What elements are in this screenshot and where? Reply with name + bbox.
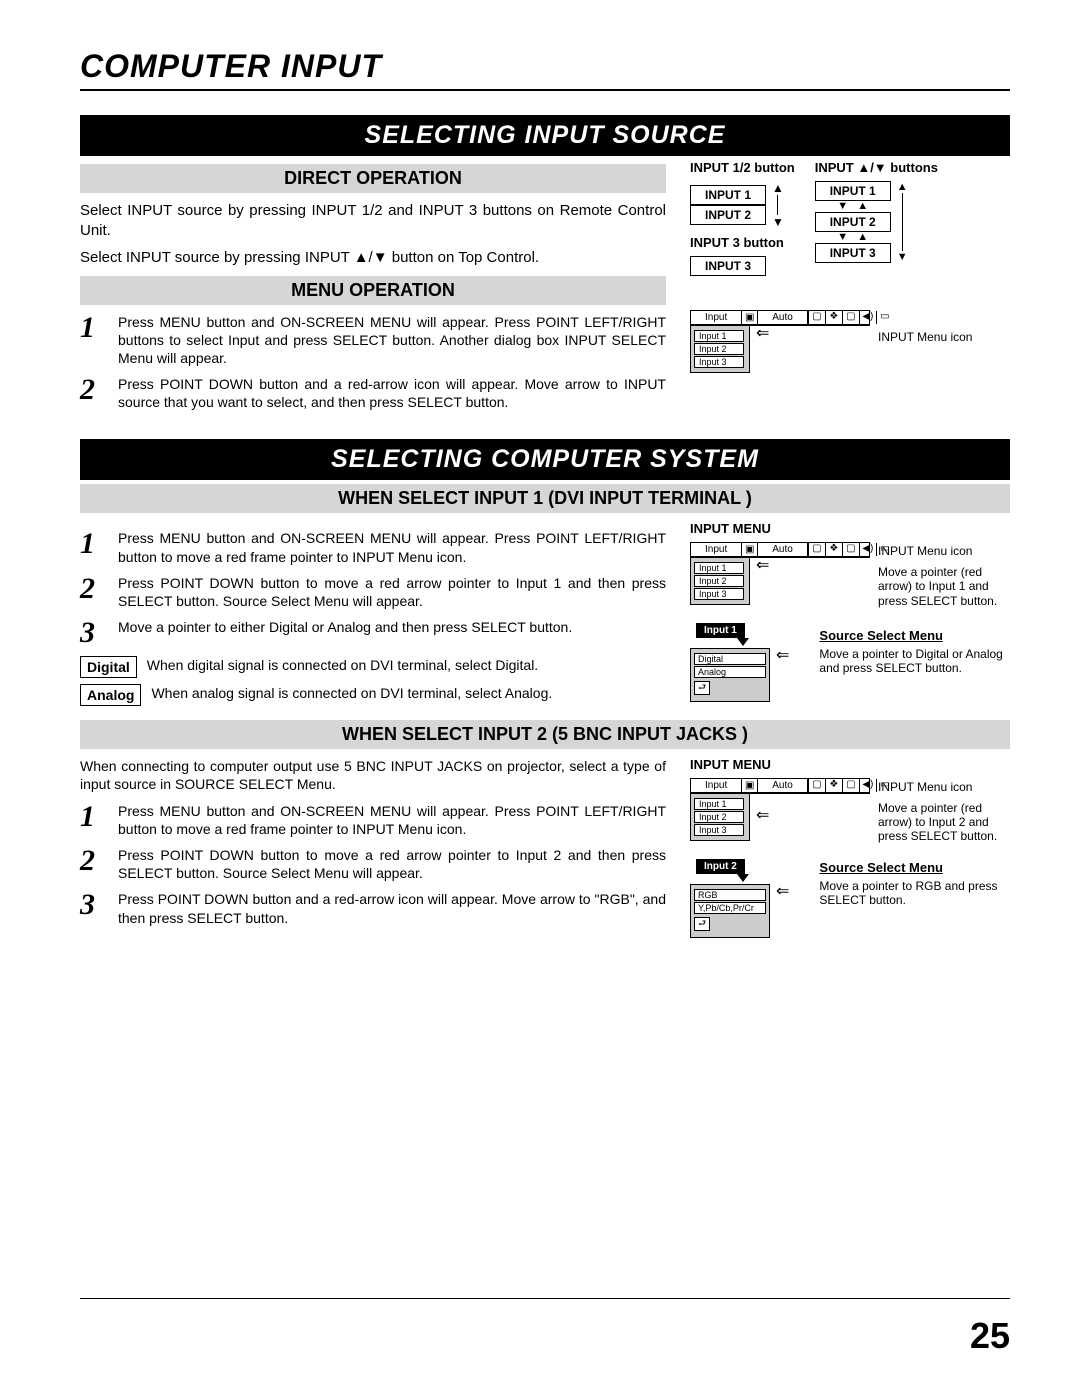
right-heading-input-menu: INPUT MENU <box>690 521 1010 536</box>
option-digital-text: When digital signal is connected on DVI … <box>147 656 666 674</box>
osd-icon: ▣ <box>742 779 758 792</box>
source-select-label: Source Select Menu <box>819 860 1010 875</box>
down-arrow-icon <box>737 874 749 882</box>
diagram-b-input3: INPUT 3 <box>815 243 891 263</box>
diagram-b-input1: INPUT 1 <box>815 181 891 201</box>
return-icon: ⮐ <box>694 917 710 931</box>
footer-rule <box>80 1298 1010 1299</box>
bnc-src-caption: Move a pointer to RGB and press SELECT b… <box>819 879 1010 908</box>
diagram-label-arrows: INPUT ▲/▼ buttons <box>815 160 938 175</box>
osd-item: Input 2 <box>694 343 744 355</box>
return-icon: ⮐ <box>694 681 710 695</box>
diagram-input2-box: INPUT 2 <box>690 205 766 225</box>
option-analog-text: When analog signal is connected on DVI t… <box>151 684 666 702</box>
pointer-arrow-icon: ⇐ <box>756 808 769 824</box>
bnc-intro: When connecting to computer output use 5… <box>80 757 666 793</box>
pointer-arrow-icon: ⇐ <box>756 558 769 574</box>
source-select-panel: RGB Y,Pb/Cb,Pr/Cr ⮐ <box>690 884 770 938</box>
right-heading-input-menu: INPUT MENU <box>690 757 1010 772</box>
bnc-step2: Press POINT DOWN button to move a red ar… <box>118 846 666 882</box>
osd-item: Input 3 <box>694 356 744 368</box>
step-number: 2 <box>80 375 104 411</box>
bnc-caption2: Move a pointer (red arrow) to Input 2 an… <box>878 801 1010 844</box>
section-bar-input-source: SELECTING INPUT SOURCE <box>80 115 1010 156</box>
step-number: 3 <box>80 618 104 648</box>
step-number: 2 <box>80 574 104 610</box>
page-number: 25 <box>970 1315 1010 1357</box>
osd-icon: ▣ <box>742 543 758 556</box>
step-number: 2 <box>80 846 104 882</box>
diagram-b-input2: INPUT 2 <box>815 212 891 232</box>
osd-caption: INPUT Menu icon <box>878 330 972 344</box>
source-select-panel: Digital Analog ⮐ <box>690 648 770 702</box>
osd-tab-input: Input <box>691 311 742 324</box>
osd-item: Input 1 <box>694 562 744 574</box>
step-number: 3 <box>80 890 104 926</box>
dvi-src-caption: Move a pointer to Digital or Analog and … <box>819 647 1010 676</box>
diagram-label-12: INPUT 1/2 button <box>690 160 795 175</box>
diagram-label-3: INPUT 3 button <box>690 235 795 250</box>
osd-menu-panel: Input ▣ Auto ▢❖▢◀)▭ <box>690 542 870 558</box>
osd-tab-input: Input <box>691 779 742 792</box>
osd-item: Input 1 <box>694 798 744 810</box>
down-arrow-icon <box>737 638 749 646</box>
pointer-arrow-icon: ⇐ <box>776 884 789 900</box>
dvi-caption1: INPUT Menu icon <box>878 544 1010 558</box>
diagram-input3-box: INPUT 3 <box>690 256 766 276</box>
option-analog: Analog <box>80 684 141 706</box>
dvi-step1: Press MENU button and ON-SCREEN MENU wil… <box>118 529 666 565</box>
subhead-menu-operation: MENU OPERATION <box>80 276 666 305</box>
cycle-arrow-icon: ▲ ▼ <box>897 181 908 263</box>
source-item: Y,Pb/Cb,Pr/Cr <box>694 902 766 914</box>
osd-item: Input 3 <box>694 588 744 600</box>
osd-auto: Auto <box>758 311 808 324</box>
bnc-step3: Press POINT DOWN button and a red-arrow … <box>118 890 666 926</box>
option-digital: Digital <box>80 656 137 678</box>
selected-input-tab: Input 2 <box>696 859 745 874</box>
pointer-arrow-icon: ⇐ <box>756 326 769 342</box>
dvi-caption2: Move a pointer (red arrow) to Input 1 an… <box>878 565 1010 608</box>
osd-item: Input 2 <box>694 811 744 823</box>
osd-icon: ▣ <box>742 311 758 324</box>
osd-tab-input: Input <box>691 543 742 556</box>
source-item: Digital <box>694 653 766 665</box>
bnc-caption1: INPUT Menu icon <box>878 780 1010 794</box>
osd-auto: Auto <box>758 779 808 792</box>
dvi-step3: Move a pointer to either Digital or Anal… <box>118 618 666 648</box>
osd-item: Input 2 <box>694 575 744 587</box>
step-number: 1 <box>80 313 104 368</box>
cycle-arrow-icon: ▲ ▼ <box>772 181 784 229</box>
pointer-arrow-icon: ⇐ <box>776 648 789 664</box>
subhead-dvi: WHEN SELECT INPUT 1 (DVI INPUT TERMINAL … <box>80 484 1010 513</box>
osd-menu-panel: Input ▣ Auto ▢❖▢◀)▭ <box>690 778 870 794</box>
step-number: 1 <box>80 802 104 838</box>
direct-op-p2: Select INPUT source by pressing INPUT ▲/… <box>80 248 666 268</box>
title-rule <box>80 89 1010 91</box>
subhead-direct-operation: DIRECT OPERATION <box>80 164 666 193</box>
step-number: 1 <box>80 529 104 565</box>
selected-input-tab: Input 1 <box>696 623 745 638</box>
source-item: RGB <box>694 889 766 901</box>
bnc-step1: Press MENU button and ON-SCREEN MENU wil… <box>118 802 666 838</box>
section-bar-computer-system: SELECTING COMPUTER SYSTEM <box>80 439 1010 480</box>
menu-op-step2: Press POINT DOWN button and a red-arrow … <box>118 375 666 411</box>
osd-item: Input 1 <box>694 330 744 342</box>
page-title: COMPUTER INPUT <box>80 48 1010 85</box>
source-select-label: Source Select Menu <box>819 628 1010 643</box>
osd-menu-panel: Input ▣ Auto ▢❖▢◀)▭ <box>690 310 870 326</box>
subhead-bnc: WHEN SELECT INPUT 2 (5 BNC INPUT JACKS ) <box>80 720 1010 749</box>
updown-arrow-icon: ▼ ▲ <box>815 232 891 243</box>
source-item: Analog <box>694 666 766 678</box>
osd-auto: Auto <box>758 543 808 556</box>
updown-arrow-icon: ▼ ▲ <box>815 201 891 212</box>
direct-op-p1: Select INPUT source by pressing INPUT 1/… <box>80 201 666 240</box>
dvi-step2: Press POINT DOWN button to move a red ar… <box>118 574 666 610</box>
osd-item: Input 3 <box>694 824 744 836</box>
diagram-input1-box: INPUT 1 <box>690 185 766 205</box>
menu-op-step1: Press MENU button and ON-SCREEN MENU wil… <box>118 313 666 368</box>
